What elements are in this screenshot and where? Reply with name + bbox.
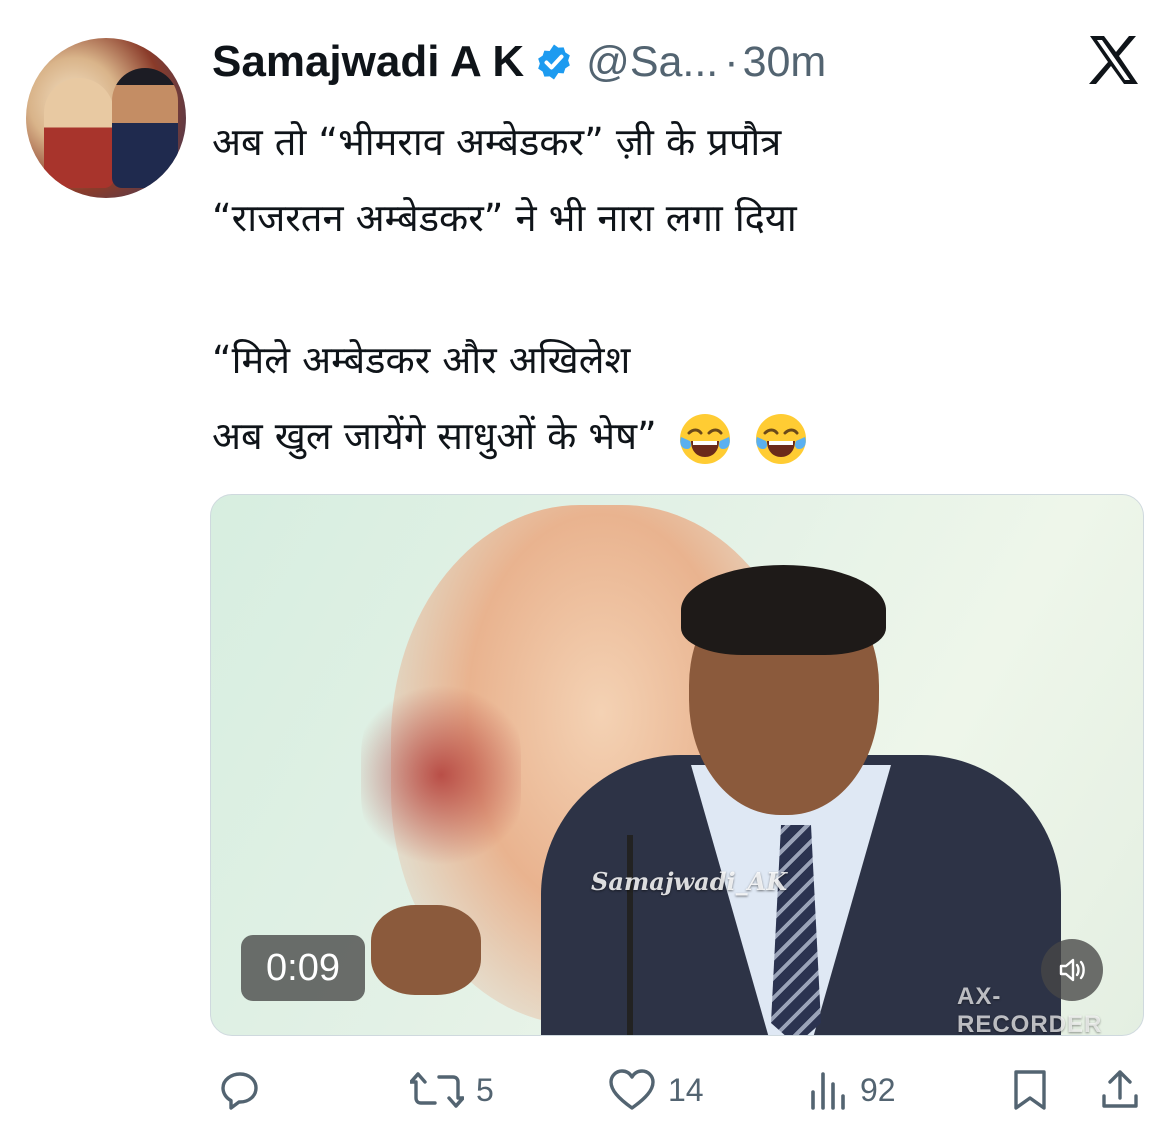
tweet-text-line-with-emoji: अब खुल जायेंगे साधुओं के भेष” bbox=[212, 398, 1112, 474]
views-button[interactable]: 92 bbox=[808, 1058, 896, 1122]
tweet-text-blank-line bbox=[212, 256, 1112, 322]
face-with-tears-of-joy-icon bbox=[755, 413, 806, 464]
face-with-tears-of-joy-icon bbox=[679, 413, 730, 464]
bookmark-icon bbox=[1014, 1070, 1046, 1110]
recorder-watermark: AX-RECORDER bbox=[957, 983, 1103, 1036]
avatar-person-right bbox=[112, 68, 178, 188]
video-watermark: Samajwadi_AK bbox=[591, 867, 788, 896]
tweet-header: Samajwadi A K @Sa... · 30m bbox=[212, 34, 826, 90]
share-icon bbox=[1102, 1070, 1138, 1108]
video-player[interactable]: Samajwadi_AK 0:09 AX-RECORDER bbox=[210, 494, 1144, 1036]
tweet-time[interactable]: 30m bbox=[743, 38, 827, 87]
tweet-text-line: “मिले अम्बेडकर और अखिलेश bbox=[212, 338, 631, 382]
author-handle[interactable]: @Sa... bbox=[586, 38, 718, 87]
tweet-actions: 5 14 92 bbox=[210, 1058, 1150, 1122]
tweet-text-line: अब तो “भीमराव अम्बेडकर” ज़ी के प्रपौत्र bbox=[212, 120, 782, 164]
like-button[interactable]: 14 bbox=[608, 1058, 704, 1122]
share-button[interactable] bbox=[1098, 1058, 1142, 1122]
retweet-icon bbox=[410, 1072, 464, 1108]
time-separator: · bbox=[724, 37, 739, 86]
retweet-count: 5 bbox=[476, 1071, 494, 1108]
author-name[interactable]: Samajwadi A K bbox=[212, 37, 524, 87]
tweet-text-line: “राजरतन अम्बेडकर” ने भी नारा लगा दिया bbox=[212, 196, 797, 240]
like-count: 14 bbox=[668, 1071, 704, 1108]
mute-icon bbox=[1059, 958, 1085, 982]
reply-icon bbox=[221, 1072, 258, 1110]
microphone bbox=[627, 835, 633, 1035]
views-count: 92 bbox=[860, 1071, 896, 1108]
video-duration: 0:09 bbox=[241, 935, 365, 1001]
author-avatar[interactable] bbox=[26, 38, 186, 198]
views-icon bbox=[811, 1072, 845, 1110]
avatar-person-left bbox=[44, 78, 114, 188]
tweet-text-line: अब खुल जायेंगे साधुओं के भेष” bbox=[212, 414, 657, 458]
verified-badge-icon bbox=[538, 44, 571, 80]
reply-button[interactable] bbox=[218, 1058, 274, 1122]
tweet-text: अब तो “भीमराव अम्बेडकर” ज़ी के प्रपौत्र … bbox=[212, 104, 1112, 474]
retweet-button[interactable]: 5 bbox=[410, 1058, 494, 1122]
x-logo-icon[interactable] bbox=[1086, 34, 1142, 86]
bookmark-button[interactable] bbox=[1010, 1058, 1050, 1122]
like-icon bbox=[609, 1069, 655, 1110]
